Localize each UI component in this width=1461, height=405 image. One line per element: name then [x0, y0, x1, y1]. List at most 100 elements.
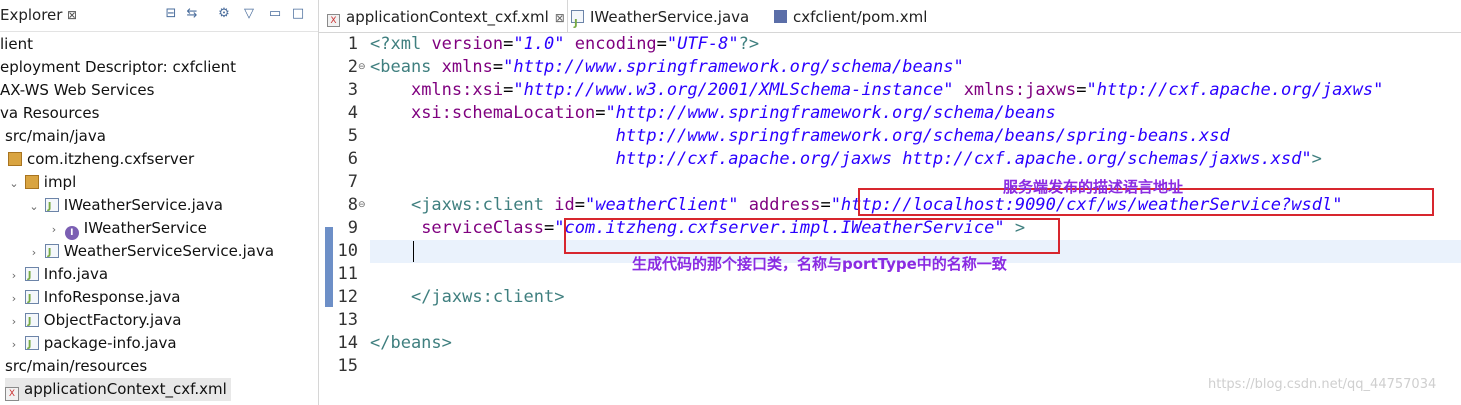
- code-line[interactable]: <beans xmlns="http://www.springframework…: [370, 56, 964, 79]
- code-line[interactable]: <?xml version="1.0" encoding="UTF-8"?>: [370, 33, 759, 56]
- line-number: 10: [337, 241, 358, 261]
- package-icon: [24, 175, 39, 189]
- java-file-icon: [44, 241, 59, 264]
- tree-item-src-main-java[interactable]: src/main/java: [0, 125, 106, 148]
- code-line[interactable]: http://www.springframework.org/schema/be…: [370, 125, 1230, 148]
- xml-file-icon: X: [327, 14, 340, 27]
- tree-item-project[interactable]: lient: [0, 33, 33, 56]
- tab-label: cxfclient/pom.xml: [793, 8, 928, 26]
- xml-file-icon: X: [5, 387, 19, 401]
- line-number: 7: [347, 172, 358, 192]
- tab-pom-xml[interactable]: cxfclient/pom.xml: [774, 0, 927, 32]
- tree-item-src-main-resources[interactable]: src/main/resources: [0, 355, 147, 378]
- tree-item-label: src/main/java: [5, 127, 106, 145]
- code-line[interactable]: xsi:schemaLocation="http://www.springfra…: [370, 102, 1056, 125]
- tree-item-jaxws-services[interactable]: AX-WS Web Services: [0, 79, 154, 102]
- tree-item-label: IWeatherService: [83, 219, 207, 237]
- tree-item-inforesponse-java[interactable]: › InfoResponse.java: [8, 286, 181, 310]
- chevron-down-icon[interactable]: ⌄: [8, 172, 20, 195]
- line-number: 4: [347, 103, 358, 123]
- java-file-icon: [24, 264, 39, 287]
- tree-item-label: applicationContext_cxf.xml: [24, 380, 227, 398]
- collapse-all-icon[interactable]: ⊟: [163, 6, 179, 22]
- tab-label: IWeatherService.java: [590, 8, 750, 26]
- tree-item-label: lient: [0, 35, 33, 53]
- line-number: 2: [347, 57, 358, 77]
- tree-item-java-resources[interactable]: va Resources: [0, 102, 99, 125]
- line-number: 15: [337, 356, 358, 376]
- java-file-icon: [24, 310, 39, 333]
- tab-applicationcontext-cxf-xml[interactable]: XapplicationContext_cxf.xml ⊠: [319, 0, 568, 32]
- tree-item-impl[interactable]: ⌄ impl: [8, 171, 76, 194]
- tree-item-applicationcontext-xml[interactable]: XapplicationContext_cxf.xml: [5, 378, 231, 401]
- tree-item-label: impl: [43, 173, 77, 191]
- java-file-icon: [24, 287, 39, 310]
- annotation-interface-class: 生成代码的那个接口类，名称与portType中的名称一致: [632, 255, 1007, 273]
- tree-item-label: InfoResponse.java: [43, 288, 181, 306]
- line-number: 8: [347, 195, 358, 215]
- line-number: 5: [347, 126, 358, 146]
- line-number: 14: [337, 333, 358, 353]
- serviceclass-highlight-box: [564, 218, 1060, 254]
- tree-item-package[interactable]: com.itzheng.cxfserver: [8, 148, 194, 171]
- filter-icon[interactable]: ⚙: [216, 6, 232, 22]
- interface-icon: I: [64, 226, 79, 240]
- line-number: 12: [337, 287, 358, 307]
- tree-item-iweatherservice-interface[interactable]: › I IWeatherService: [48, 217, 207, 240]
- tree-item-label: ObjectFactory.java: [43, 311, 182, 329]
- chevron-down-icon[interactable]: ⌄: [28, 195, 40, 218]
- tree-item-label: IWeatherService.java: [63, 196, 223, 214]
- chevron-right-icon[interactable]: ›: [8, 287, 20, 310]
- line-number: 9: [347, 218, 358, 238]
- editor-tab-bar: XapplicationContext_cxf.xml ⊠ IWeatherSer…: [319, 0, 1461, 41]
- tab-label: applicationContext_cxf.xml: [346, 8, 549, 26]
- text-caret: [413, 241, 414, 262]
- tree-item-iweatherservice-java[interactable]: ⌄ IWeatherService.java: [28, 194, 223, 218]
- tree-item-label: src/main/resources: [5, 357, 148, 375]
- java-file-icon: [24, 333, 39, 356]
- maximize-icon[interactable]: □: [290, 6, 306, 22]
- line-number: 13: [337, 310, 358, 330]
- close-icon[interactable]: ⊠: [555, 11, 565, 25]
- line-number: 11: [337, 264, 358, 284]
- chevron-right-icon[interactable]: ›: [8, 333, 20, 356]
- annotation-wsdl-address: 服务端发布的描述语言地址: [1003, 178, 1184, 196]
- java-file-icon: [571, 7, 584, 41]
- chevron-right-icon[interactable]: ›: [28, 241, 40, 264]
- chevron-right-icon[interactable]: ›: [8, 264, 20, 287]
- tree-item-label: Info.java: [43, 265, 109, 283]
- tree-item-label: com.itzheng.cxfserver: [27, 150, 195, 168]
- minimize-icon[interactable]: ▭: [267, 6, 283, 22]
- package-icon: [8, 152, 22, 166]
- tab-iweatherservice-java[interactable]: IWeatherService.java: [571, 0, 750, 41]
- tree-item-label: eployment Descriptor: cxfclient: [0, 58, 237, 76]
- project-explorer: Explorer ⊠ ⊟ ⇆ ⚙ ▽ ▭ □ lient eployment D…: [0, 0, 319, 405]
- explorer-title: Explorer: [0, 6, 63, 24]
- maven-file-icon: [774, 10, 787, 23]
- tree-item-label: AX-WS Web Services: [0, 81, 155, 99]
- code-line[interactable]: </jaxws:client>: [370, 286, 565, 309]
- watermark: https://blog.csdn.net/qq_44757034: [1208, 377, 1437, 392]
- tree-item-package-info-java[interactable]: › package-info.java: [8, 332, 177, 356]
- code-line[interactable]: http://cxf.apache.org/jaxws http://cxf.a…: [370, 148, 1322, 171]
- line-number: 6: [347, 149, 358, 169]
- fold-icon[interactable]: ⊖: [358, 194, 366, 217]
- tree-item-label: WeatherServiceService.java: [63, 242, 275, 260]
- chevron-right-icon[interactable]: ›: [48, 218, 60, 241]
- explorer-header: Explorer ⊠ ⊟ ⇆ ⚙ ▽ ▭ □: [0, 0, 318, 32]
- tree-item-info-java[interactable]: › Info.java: [8, 263, 109, 287]
- fold-icon[interactable]: ⊖: [358, 56, 366, 79]
- tree-item-deployment-descriptor[interactable]: eployment Descriptor: cxfclient: [0, 56, 236, 79]
- tree-item-objectfactory-java[interactable]: › ObjectFactory.java: [8, 309, 182, 333]
- line-number: 1: [347, 34, 358, 54]
- chevron-right-icon[interactable]: ›: [8, 310, 20, 333]
- tree-item-weatherserviceservice-java[interactable]: › WeatherServiceService.java: [28, 240, 275, 264]
- code-line[interactable]: xmlns:xsi="http://www.w3.org/2001/XMLSch…: [370, 79, 1383, 102]
- view-menu-icon[interactable]: ▽: [241, 6, 257, 22]
- line-number: 3: [347, 80, 358, 100]
- link-with-editor-icon[interactable]: ⇆: [184, 6, 200, 22]
- code-line[interactable]: </beans>: [370, 332, 452, 355]
- explorer-close-icon[interactable]: ⊠: [67, 8, 77, 22]
- java-file-icon: [44, 195, 59, 218]
- tree-item-label: va Resources: [0, 104, 100, 122]
